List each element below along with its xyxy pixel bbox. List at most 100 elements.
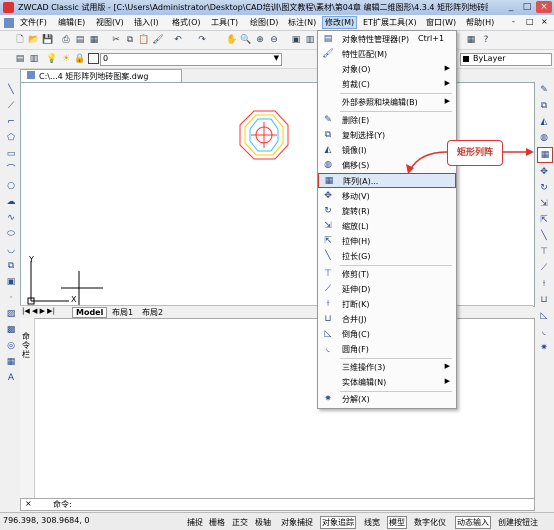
design-center-icon[interactable]: ▥ [304,34,316,46]
point-icon[interactable]: · [4,291,18,305]
menu-item-break[interactable]: ⟊ 打断(K) [318,297,456,312]
calc-icon[interactable]: ▦ [465,34,477,46]
dynamic-input-toggle[interactable]: 动态输入 [455,516,491,529]
command-history[interactable] [20,318,535,500]
polygon-icon[interactable]: ⬠ [4,131,18,145]
match-prop-tb-icon[interactable]: 🖌 [152,34,164,46]
maximize-button[interactable]: □ [519,1,535,13]
menu-item-clip[interactable]: 剪裁(C) ▶ [318,77,456,92]
menu-et-tools[interactable]: ET扩展工具(X) [361,17,419,28]
menu-item-fillet[interactable]: ◟ 圆角(F) [318,342,456,357]
polar-toggle[interactable]: 极轴 [253,516,273,529]
join-right-icon[interactable]: ⊔ [537,293,551,307]
digitizer-toggle[interactable]: 数字化仪 [412,516,448,529]
doc-restore-button[interactable]: □ [524,17,536,26]
erase-tb-icon[interactable]: ✎ [537,83,551,97]
layer-manager-icon[interactable]: ▤ [14,53,26,65]
doc-minimize-button[interactable]: - [510,17,517,26]
menu-item-xref-block-edit[interactable]: 外部参照和块编辑(B) ▶ [318,95,456,110]
model-toggle[interactable]: 模型 [387,516,407,529]
break-right-icon[interactable]: ⟊ [537,277,551,291]
table-icon[interactable]: ▦ [4,355,18,369]
extend-right-icon[interactable]: ⟋ [537,261,551,275]
snap-toggle[interactable]: 捕捉 [185,516,205,529]
preview-icon[interactable]: ▤ [74,34,86,46]
construction-line-icon[interactable]: ⟋ [4,99,18,113]
circle-icon[interactable]: ○ [4,179,18,193]
new-icon[interactable]: 🗋 [14,34,26,46]
menu-item-lengthen[interactable]: ╲ 拉长(G) [318,249,456,264]
zoom-realtime-icon[interactable]: 🔍 [240,34,252,46]
line-icon[interactable]: ╲ [4,83,18,97]
menu-window[interactable]: 窗口(W) [424,17,458,28]
gradient-icon[interactable]: ▩ [4,323,18,337]
zoom-window-icon[interactable]: ⊕ [254,34,266,46]
rectangle-icon[interactable]: ▭ [4,147,18,161]
tab-nav-icon[interactable]: |◀ ◀ ▶ ▶| [22,307,55,315]
drawing-canvas[interactable]: Y X [20,82,535,307]
osnap-toggle[interactable]: 对象捕捉 [279,516,315,529]
menu-item-move[interactable]: ✥ 移动(V) [318,189,456,204]
fillet-right-icon[interactable]: ◟ [537,325,551,339]
print-icon[interactable]: ⎙ [60,34,72,46]
menu-item-match-properties[interactable]: 🖌 特性匹配(M) [318,47,456,62]
redo-icon[interactable]: ↷ [196,34,208,46]
scale-right-icon[interactable]: ⇲ [537,197,551,211]
menu-insert[interactable]: 插入(I) [132,17,161,28]
menu-help[interactable]: 帮助(H) [464,17,496,28]
copy-right-icon[interactable]: ⧉ [537,99,551,113]
menu-item-stretch[interactable]: ⇱ 拉伸(H) [318,234,456,249]
lock-icon[interactable]: 🔒 [74,53,86,65]
pan-icon[interactable]: ✋ [226,34,238,46]
menu-file[interactable]: 文件(F) [18,17,49,28]
tab-layout2[interactable]: 布局2 [142,307,163,318]
menu-item-join[interactable]: ⊔ 合并(J) [318,312,456,327]
create-button-toggle[interactable]: 创建按钮注 [496,516,540,529]
open-icon[interactable]: 📂 [28,34,40,46]
copy-tb-icon[interactable]: ⧉ [124,34,136,46]
close-cmd-icon[interactable]: × [25,499,32,508]
revcloud-icon[interactable]: ☁ [4,195,18,209]
lineweight-toggle[interactable]: 线宽 [362,516,382,529]
make-block-icon[interactable]: ▣ [4,275,18,289]
close-button[interactable]: × [536,1,552,13]
menu-tools[interactable]: 工具(T) [209,17,240,28]
menu-modify[interactable]: 修改(M) [322,16,358,29]
command-line[interactable]: × 命令: [20,498,535,511]
explode-right-icon[interactable]: ✷ [537,341,551,355]
paste-icon[interactable]: 📋 [138,34,150,46]
arc-icon[interactable]: ⌒ [4,163,18,177]
region-icon[interactable]: ◎ [4,339,18,353]
menu-item-extend[interactable]: ⟋ 延伸(D) [318,282,456,297]
linetype-dropdown[interactable]: ByLayer [460,53,552,66]
ortho-toggle[interactable]: 正交 [230,516,250,529]
publish-icon[interactable]: ▦ [88,34,100,46]
menu-item-rotate[interactable]: ↻ 旋转(R) [318,204,456,219]
otrack-toggle[interactable]: 对象追踪 [320,516,356,529]
minimize-button[interactable]: _ [503,1,519,13]
layer-state-icon[interactable]: ▥ [28,53,40,65]
lengthen-right-icon[interactable]: ╲ [537,229,551,243]
menu-item-3d-operations[interactable]: 三维操作(3) ▶ [318,360,456,375]
sun-icon[interactable]: ☀ [60,53,72,65]
insert-block-icon[interactable]: ⧉ [4,259,18,273]
cut-icon[interactable]: ✂ [110,34,122,46]
rotate-right-icon[interactable]: ↻ [537,181,551,195]
ellipse-icon[interactable]: ⬭ [4,227,18,241]
menu-item-trim[interactable]: ⊤ 修剪(T) [318,267,456,282]
menu-dimension[interactable]: 标注(N) [286,17,318,28]
hatch-icon[interactable]: ▨ [4,307,18,321]
menu-item-properties[interactable]: ▤ 对象特性管理器(P) Ctrl+1 [318,32,456,47]
doc-close-button[interactable]: × [539,17,550,26]
menu-edit[interactable]: 编辑(E) [56,17,87,28]
ellipse-arc-icon[interactable]: ◡ [4,243,18,257]
save-icon[interactable]: 💾 [42,34,54,46]
trim-right-icon[interactable]: ⊤ [537,245,551,259]
tab-model[interactable]: Model [72,307,108,318]
properties-tb-icon[interactable]: ▣ [290,34,302,46]
mtext-icon[interactable]: A [4,371,18,385]
polyline-icon[interactable]: ⌐ [4,115,18,129]
tab-layout1[interactable]: 布局1 [112,307,133,318]
zoom-previous-icon[interactable]: ⊖ [268,34,280,46]
chamfer-right-icon[interactable]: ◺ [537,309,551,323]
